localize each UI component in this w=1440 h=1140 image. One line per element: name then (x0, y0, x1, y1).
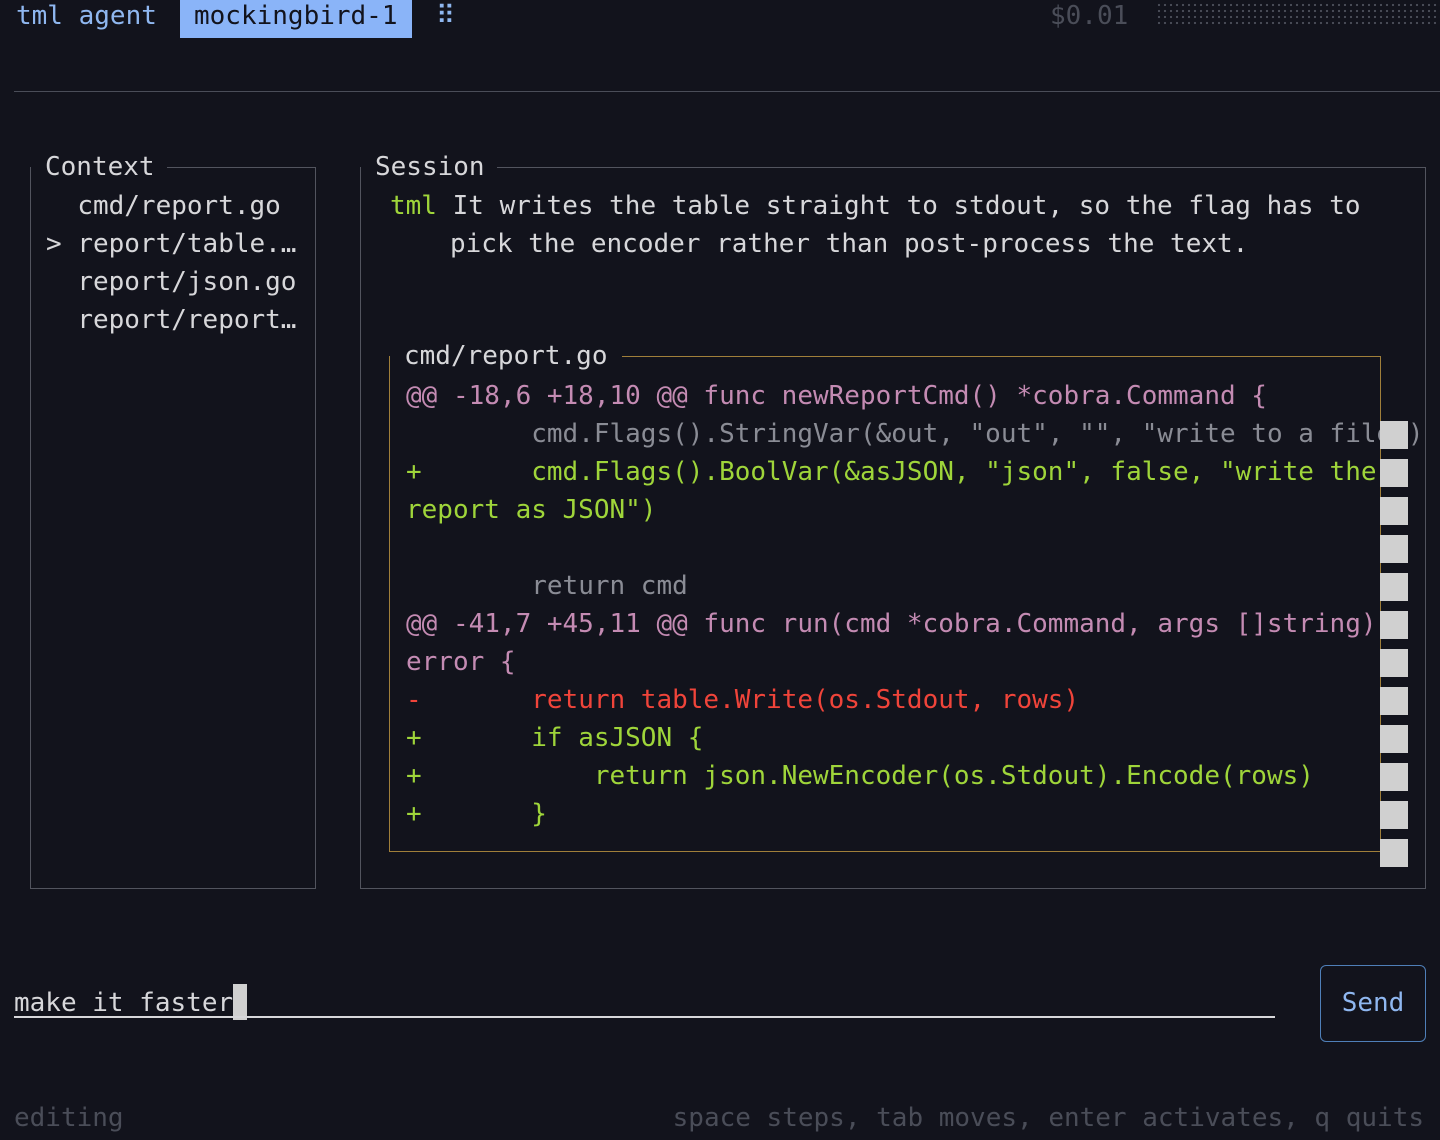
session-message: tml It writes the table straight to stdo… (390, 187, 1361, 225)
diff-prefix: + (406, 761, 422, 791)
diff-code: } (468, 799, 547, 829)
activity-dots-icon (1156, 2, 1440, 28)
message-speaker: tml (390, 191, 437, 221)
diff-code: cmd.Flags().BoolVar(&asJSON, "json", fal… (468, 457, 1377, 487)
diff-prefix (406, 419, 422, 449)
diff-prefix: + (406, 457, 422, 487)
scrollbar-thumb[interactable] (1380, 611, 1408, 639)
session-title: Session (361, 148, 497, 186)
context-item-label: report/json.go (77, 267, 297, 297)
keyboard-hints: space steps, tab moves, enter activates,… (672, 1103, 1424, 1133)
context-item-marker (46, 267, 62, 297)
tab-mockingbird-1[interactable]: mockingbird-1 (180, 0, 412, 38)
context-item-label: cmd/report.go (77, 191, 281, 221)
scrollbar-thumb[interactable] (1380, 687, 1408, 715)
context-title: Context (31, 148, 167, 186)
message-input-value[interactable]: make it faster (14, 988, 233, 1018)
context-item-selected[interactable]: > report/table.… (46, 225, 296, 263)
diff-code: return table.Write(os.Stdout, rows) (468, 685, 1080, 715)
diff-code: cmd.Flags().StringVar(&out, "out", "", "… (468, 419, 1424, 449)
context-item-label: report/table.… (77, 229, 297, 259)
context-item[interactable]: report/report… (46, 301, 296, 339)
diff-added-line: + } (406, 795, 547, 833)
header-divider (14, 91, 1440, 92)
scrollbar-thumb[interactable] (1380, 535, 1408, 563)
diff-context-line: return cmd (406, 567, 688, 605)
diff-code: if asJSON { (468, 723, 704, 753)
scrollbar-thumb[interactable] (1380, 839, 1408, 867)
text-cursor (233, 984, 248, 1020)
scrollbar-thumb[interactable] (1380, 421, 1408, 449)
send-button[interactable]: Send (1320, 965, 1426, 1042)
context-item[interactable]: report/json.go (46, 263, 296, 301)
scrollbar-thumb[interactable] (1380, 459, 1408, 487)
diff-code: return json.NewEncoder(os.Stdout).Encode… (468, 761, 1314, 791)
scrollbar-thumb[interactable] (1380, 763, 1408, 791)
scrollbar-thumb[interactable] (1380, 649, 1408, 677)
diff-hunk-header: @@ -18,6 +18,10 @@ func newReportCmd() *… (406, 381, 1267, 411)
diff-prefix: + (406, 723, 422, 753)
context-item[interactable]: cmd/report.go (46, 187, 281, 225)
message-line: pick the encoder rather than post-proces… (450, 229, 1249, 259)
diff-added-line: + return json.NewEncoder(os.Stdout).Enco… (406, 757, 1314, 795)
diff-prefix: - (406, 685, 422, 715)
scrollbar-thumb[interactable] (1380, 725, 1408, 753)
scrollbar-thumb[interactable] (1380, 801, 1408, 829)
cost-readout: $0.01 (1050, 1, 1129, 31)
diff-hunk-header: @@ -41,7 +45,11 @@ func run(cmd *cobra.C… (406, 609, 1377, 639)
message-line: It writes the table straight to stdout, … (452, 191, 1361, 221)
context-item-marker: > (46, 229, 62, 259)
diff-removed-line: - return table.Write(os.Stdout, rows) (406, 681, 1079, 719)
diff-prefix (406, 533, 422, 563)
context-item-marker (46, 191, 62, 221)
menu-dots-icon[interactable]: ⠿ (436, 0, 455, 35)
diff-added-line: + cmd.Flags().BoolVar(&asJSON, "json", f… (406, 453, 1377, 491)
diff-code: return cmd (468, 571, 688, 601)
scrollbar-thumb[interactable] (1380, 573, 1408, 601)
diff-context-line: cmd.Flags().StringVar(&out, "out", "", "… (406, 415, 1423, 453)
diff-hunk-header-wrap: error { (406, 647, 516, 677)
mode-indicator: editing (14, 1103, 124, 1133)
scrollbar-thumb[interactable] (1380, 497, 1408, 525)
context-item-label: report/report… (77, 305, 297, 335)
diff-prefix (406, 571, 422, 601)
app-name: tml agent (16, 1, 157, 31)
diff-context-line (406, 529, 422, 567)
diff-file-title: cmd/report.go (390, 337, 622, 375)
context-item-marker (46, 305, 62, 335)
input-underline (14, 1016, 1275, 1018)
diff-added-line: + if asJSON { (406, 719, 703, 757)
diff-added-line-wrap: report as JSON") (406, 495, 657, 525)
diff-prefix: + (406, 799, 422, 829)
